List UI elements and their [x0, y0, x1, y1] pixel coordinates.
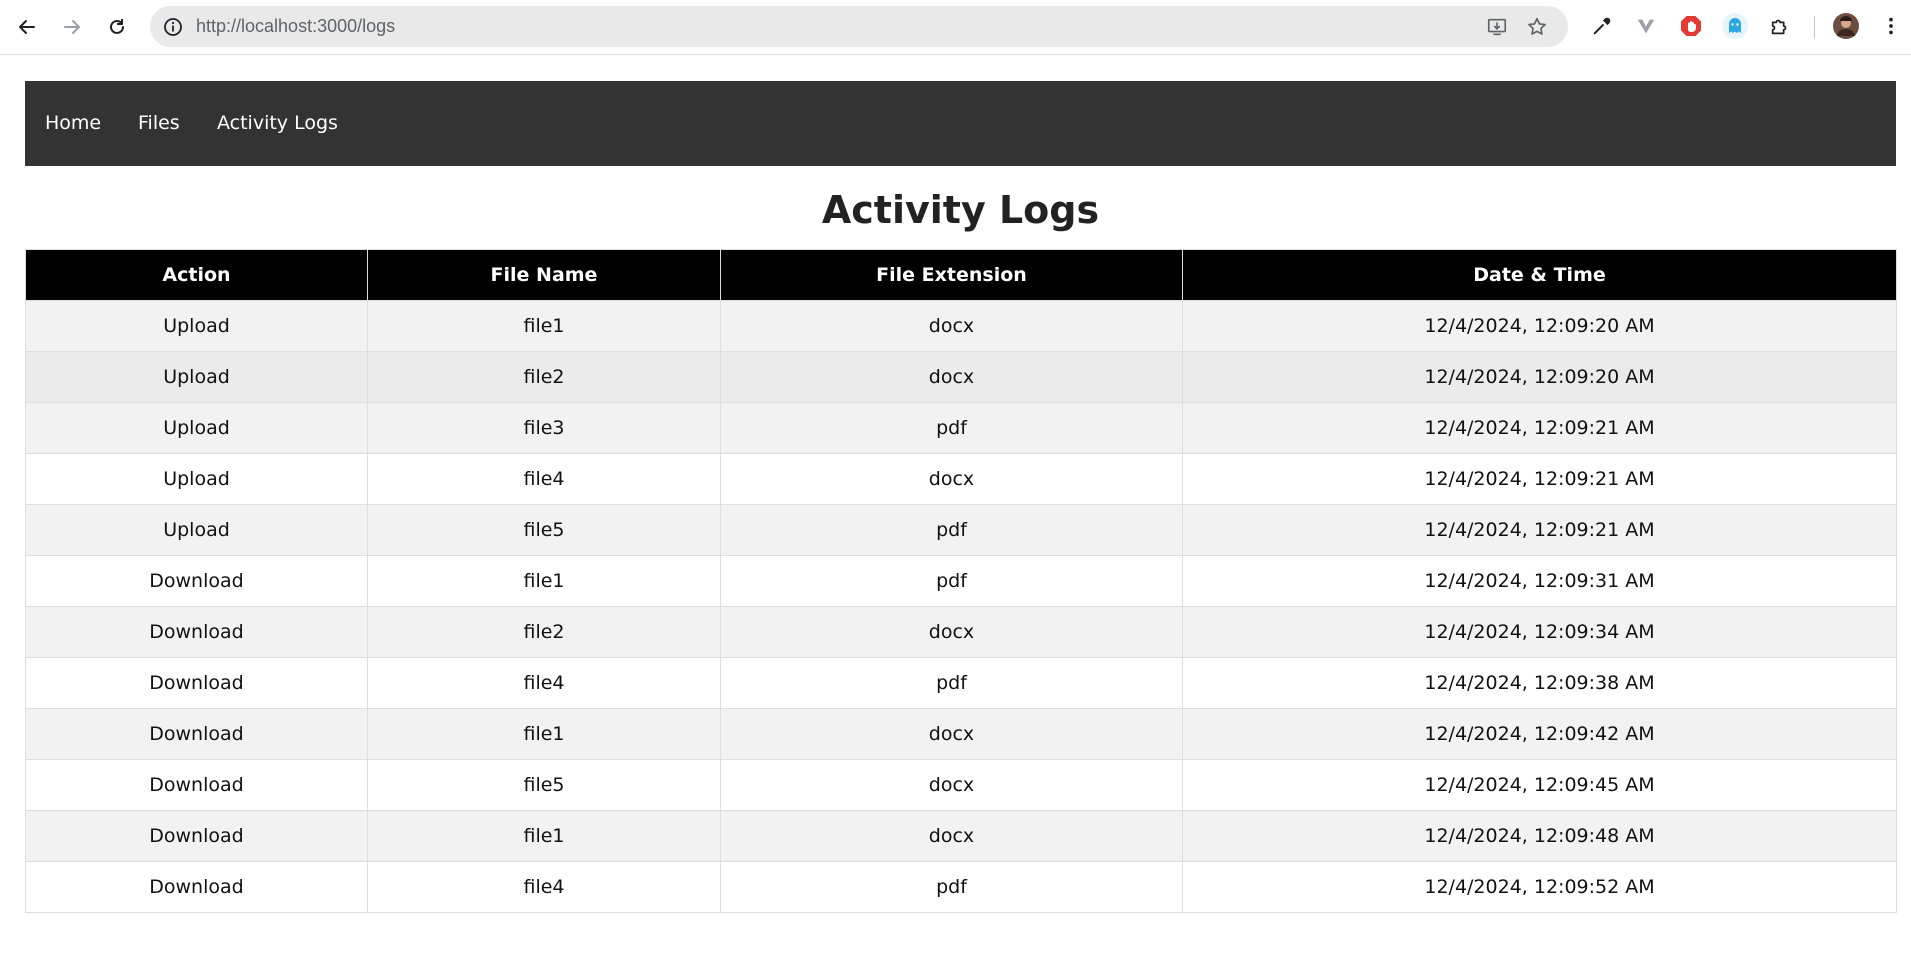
cell-file-extension: docx: [720, 351, 1183, 403]
cell-file-extension: docx: [720, 810, 1183, 862]
table-row: Upload file3 pdf 12/4/2024, 12:09:21 AM: [25, 402, 1897, 454]
back-arrow-icon[interactable]: [10, 10, 44, 44]
column-header-action: Action: [25, 249, 368, 301]
cell-date-time: 12/4/2024, 12:09:42 AM: [1182, 708, 1897, 760]
profile-avatar[interactable]: [1832, 12, 1860, 40]
cell-file-extension: docx: [720, 708, 1183, 760]
nav-link-home[interactable]: Home: [45, 81, 101, 166]
reload-icon[interactable]: [100, 10, 134, 44]
cell-file-extension: pdf: [720, 555, 1183, 607]
cell-file-extension: docx: [720, 453, 1183, 505]
cell-action: Upload: [25, 351, 368, 403]
browser-toolbar: http://localhost:3000/logs: [0, 0, 1911, 55]
cell-file-name: file2: [367, 606, 721, 658]
cell-date-time: 12/4/2024, 12:09:45 AM: [1182, 759, 1897, 811]
cell-file-name: file5: [367, 504, 721, 556]
url-text[interactable]: http://localhost:3000/logs: [196, 6, 395, 47]
top-navigation: Home Files Activity Logs: [25, 81, 1896, 166]
cell-file-name: file4: [367, 453, 721, 505]
toolbar-separator: [1814, 16, 1815, 38]
cell-date-time: 12/4/2024, 12:09:21 AM: [1182, 453, 1897, 505]
cell-date-time: 12/4/2024, 12:09:48 AM: [1182, 810, 1897, 862]
cell-file-extension: pdf: [720, 504, 1183, 556]
site-info-icon[interactable]: [158, 12, 187, 41]
column-header-date-time: Date & Time: [1182, 249, 1897, 301]
ghost-extension-icon[interactable]: [1721, 12, 1749, 40]
cell-date-time: 12/4/2024, 12:09:31 AM: [1182, 555, 1897, 607]
bookmark-star-icon[interactable]: [1525, 15, 1549, 39]
more-menu-icon[interactable]: [1877, 12, 1905, 40]
cell-date-time: 12/4/2024, 12:09:20 AM: [1182, 351, 1897, 403]
cell-file-extension: pdf: [720, 657, 1183, 709]
cell-action: Download: [25, 861, 368, 913]
cell-action: Download: [25, 759, 368, 811]
table-row: Upload file2 docx 12/4/2024, 12:09:20 AM: [25, 351, 1897, 403]
cell-file-extension: pdf: [720, 861, 1183, 913]
cell-date-time: 12/4/2024, 12:09:52 AM: [1182, 861, 1897, 913]
cell-date-time: 12/4/2024, 12:09:21 AM: [1182, 504, 1897, 556]
nav-link-activity-logs[interactable]: Activity Logs: [217, 81, 338, 166]
activity-logs-table: Action File Name File Extension Date & T…: [25, 249, 1897, 913]
cell-date-time: 12/4/2024, 12:09:34 AM: [1182, 606, 1897, 658]
cell-file-extension: docx: [720, 606, 1183, 658]
forward-arrow-icon[interactable]: [55, 10, 89, 44]
table-row: Download file1 docx 12/4/2024, 12:09:42 …: [25, 708, 1897, 760]
table-row: Download file1 pdf 12/4/2024, 12:09:31 A…: [25, 555, 1897, 607]
table-header-row: Action File Name File Extension Date & T…: [25, 249, 1897, 301]
table-row: Upload file1 docx 12/4/2024, 12:09:20 AM: [25, 300, 1897, 352]
cell-action: Download: [25, 555, 368, 607]
nav-link-files[interactable]: Files: [138, 81, 180, 166]
cell-action: Upload: [25, 300, 368, 352]
column-header-file-name: File Name: [367, 249, 721, 301]
cell-action: Download: [25, 606, 368, 658]
cell-date-time: 12/4/2024, 12:09:20 AM: [1182, 300, 1897, 352]
cell-file-name: file2: [367, 351, 721, 403]
cell-file-name: file1: [367, 810, 721, 862]
cell-file-name: file1: [367, 300, 721, 352]
extension-v-icon[interactable]: [1632, 12, 1660, 40]
table-row: Download file4 pdf 12/4/2024, 12:09:38 A…: [25, 657, 1897, 709]
table-row: Download file1 docx 12/4/2024, 12:09:48 …: [25, 810, 1897, 862]
cell-file-name: file5: [367, 759, 721, 811]
cell-file-name: file1: [367, 708, 721, 760]
column-header-file-extension: File Extension: [720, 249, 1183, 301]
cell-file-extension: docx: [720, 759, 1183, 811]
cell-date-time: 12/4/2024, 12:09:21 AM: [1182, 402, 1897, 454]
cell-file-name: file4: [367, 657, 721, 709]
address-bar[interactable]: http://localhost:3000/logs: [150, 6, 1568, 47]
eyedropper-icon[interactable]: [1588, 12, 1616, 40]
cell-action: Download: [25, 810, 368, 862]
adblock-icon[interactable]: [1677, 12, 1705, 40]
cell-action: Download: [25, 657, 368, 709]
cell-action: Upload: [25, 453, 368, 505]
cell-file-extension: pdf: [720, 402, 1183, 454]
cell-action: Upload: [25, 402, 368, 454]
cell-file-name: file1: [367, 555, 721, 607]
table-row: Download file5 docx 12/4/2024, 12:09:45 …: [25, 759, 1897, 811]
cell-file-name: file4: [367, 861, 721, 913]
table-row: Download file4 pdf 12/4/2024, 12:09:52 A…: [25, 861, 1897, 913]
table-row: Upload file4 docx 12/4/2024, 12:09:21 AM: [25, 453, 1897, 505]
cell-action: Download: [25, 708, 368, 760]
cell-file-name: file3: [367, 402, 721, 454]
cell-action: Upload: [25, 504, 368, 556]
extensions-puzzle-icon[interactable]: [1766, 12, 1794, 40]
table-row: Download file2 docx 12/4/2024, 12:09:34 …: [25, 606, 1897, 658]
install-app-icon[interactable]: [1485, 15, 1509, 39]
page-title: Activity Logs: [821, 188, 1100, 232]
cell-file-extension: docx: [720, 300, 1183, 352]
cell-date-time: 12/4/2024, 12:09:38 AM: [1182, 657, 1897, 709]
table-row: Upload file5 pdf 12/4/2024, 12:09:21 AM: [25, 504, 1897, 556]
